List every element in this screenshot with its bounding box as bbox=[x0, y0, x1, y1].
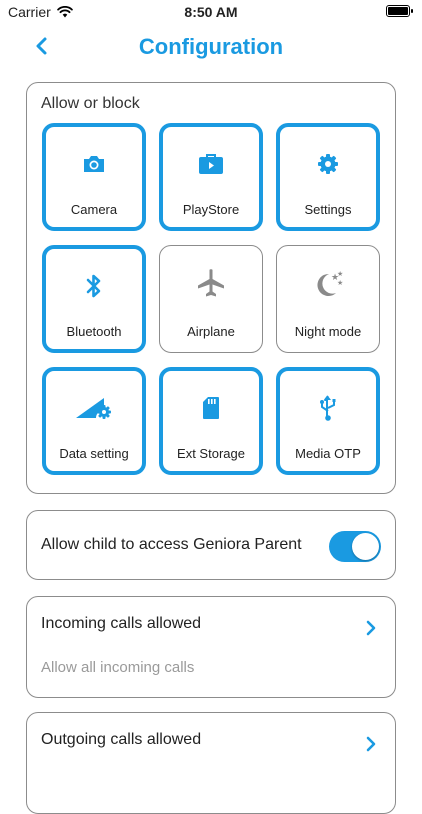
tile-label: Ext Storage bbox=[177, 446, 245, 461]
allow-block-card: Allow or block Camera PlayStore Settings… bbox=[26, 82, 396, 494]
tile-data-setting[interactable]: Data setting bbox=[42, 367, 146, 475]
tile-label: Airplane bbox=[187, 324, 235, 339]
incoming-calls-title: Incoming calls allowed bbox=[41, 615, 202, 632]
tile-media-otp[interactable]: Media OTP bbox=[276, 367, 380, 475]
bluetooth-icon bbox=[86, 274, 101, 298]
tile-label: Bluetooth bbox=[66, 324, 122, 339]
signal-gear-icon bbox=[76, 398, 111, 419]
tile-ext-storage[interactable]: Ext Storage bbox=[159, 367, 263, 475]
svg-text:★: ★ bbox=[337, 270, 343, 278]
camera-icon bbox=[84, 156, 104, 172]
status-bar: Carrier 8:50 AM bbox=[0, 0, 422, 24]
svg-text:★: ★ bbox=[337, 279, 343, 287]
gear-icon bbox=[318, 154, 338, 174]
airplane-icon bbox=[198, 269, 224, 297]
parent-access-label: Allow child to access Geniora Parent bbox=[41, 536, 302, 553]
tile-airplane[interactable]: Airplane bbox=[159, 245, 263, 353]
tile-label: PlayStore bbox=[182, 202, 240, 217]
chevron-right-icon bbox=[366, 736, 376, 752]
tile-settings[interactable]: Settings bbox=[276, 123, 380, 231]
tile-label: Data setting bbox=[59, 446, 129, 461]
tile-night-mode[interactable]: ★ ★ ★ Night mode bbox=[276, 245, 380, 353]
toggle-knob bbox=[352, 533, 379, 560]
tile-camera[interactable]: Camera bbox=[42, 123, 146, 231]
tile-label: Settings bbox=[304, 202, 352, 217]
outgoing-calls-row[interactable]: Outgoing calls allowed bbox=[26, 712, 396, 814]
tile-label: Camera bbox=[70, 202, 118, 217]
parent-access-card: Allow child to access Geniora Parent bbox=[26, 510, 396, 580]
allow-block-label: Allow or block bbox=[41, 95, 140, 112]
tile-bluetooth[interactable]: Bluetooth bbox=[42, 245, 146, 353]
briefcase-icon bbox=[199, 154, 223, 174]
outgoing-calls-title: Outgoing calls allowed bbox=[41, 731, 202, 748]
tile-label: Media OTP bbox=[295, 446, 361, 461]
usb-icon bbox=[320, 395, 336, 421]
battery-icon bbox=[386, 5, 413, 17]
header: Configuration bbox=[0, 28, 422, 68]
incoming-calls-row[interactable]: Incoming calls allowed Allow all incomin… bbox=[26, 596, 396, 698]
incoming-calls-subtitle: Allow all incoming calls bbox=[41, 659, 195, 676]
status-time: 8:50 AM bbox=[184, 4, 238, 20]
tile-label: Night mode bbox=[294, 324, 362, 339]
chevron-right-icon bbox=[366, 620, 376, 636]
page-title: Configuration bbox=[138, 34, 284, 59]
moon-icon: ★ ★ ★ bbox=[317, 270, 343, 296]
parent-access-toggle[interactable] bbox=[329, 531, 381, 562]
sd-card-icon bbox=[203, 397, 219, 419]
tile-playstore[interactable]: PlayStore bbox=[159, 123, 263, 231]
